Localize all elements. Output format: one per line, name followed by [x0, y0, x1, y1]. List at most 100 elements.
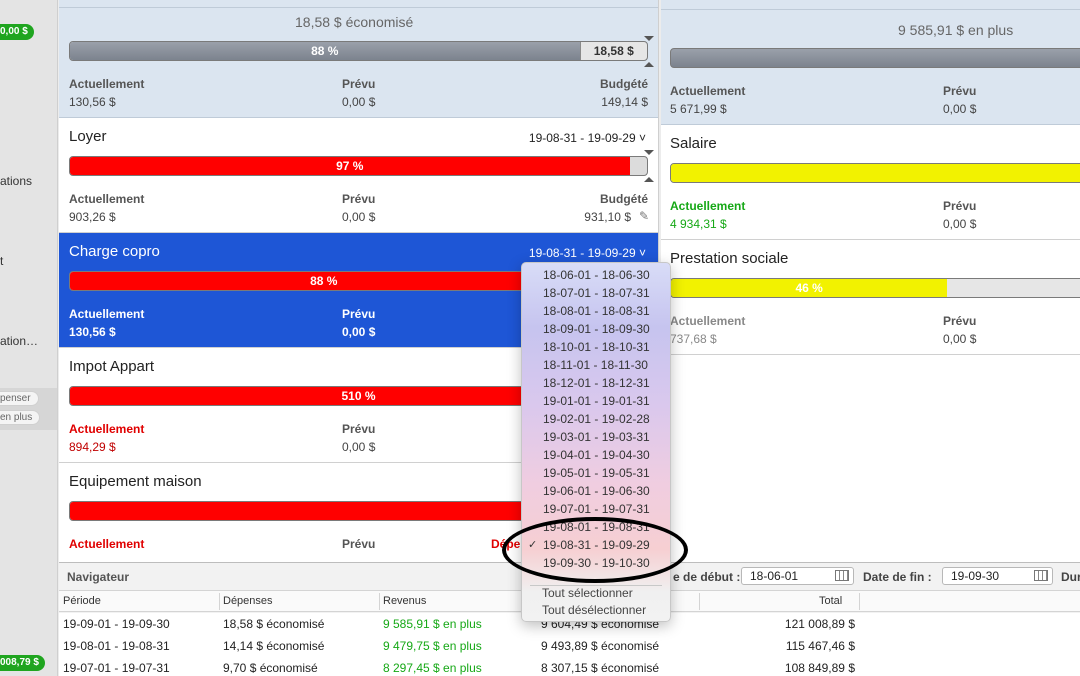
dropdown-option-label: 19-01-01 - 19-01-31	[543, 394, 650, 408]
dropdown-option-label: 19-02-01 - 19-02-28	[543, 412, 650, 426]
dropdown-option[interactable]: 18-11-01 - 18-11-30	[522, 356, 670, 374]
scroll-up-icon[interactable]	[644, 36, 654, 41]
deselect-all-item[interactable]: Tout désélectionner	[522, 601, 670, 619]
sidebar-bottom-amount: 008,79 $	[0, 655, 45, 671]
sidebar-item-operations[interactable]: ations	[0, 174, 32, 188]
sidebar-chip-extra[interactable]: en plus	[0, 410, 41, 425]
dropdown-option-label: 18-06-01 - 18-06-30	[543, 268, 650, 282]
budget-label: Budgété	[600, 192, 648, 206]
card-progress-bar: 46 % 85	[670, 278, 1080, 298]
planned-value: 0,00 $	[342, 325, 376, 339]
budget-value: 149,14 $	[601, 95, 648, 109]
budget-card-loyer[interactable]: Loyer 19-08-31 - 19-09-29 ˅ 97 % Actuell…	[59, 118, 658, 233]
end-date-field[interactable]: 19-09-30	[942, 567, 1053, 585]
column-header-period[interactable]: Période	[63, 595, 101, 607]
dropdown-option[interactable]: 19-01-01 - 19-01-31	[522, 392, 670, 410]
income-summary-bar	[670, 48, 1080, 68]
card-title: Impot Appart	[69, 358, 155, 375]
card-title: Loyer	[69, 128, 107, 145]
planned-label: Prévu	[342, 537, 376, 551]
card-title: Prestation sociale	[670, 250, 789, 267]
sidebar-chip-spend[interactable]: penser	[0, 391, 39, 406]
cell-period: 19-09-01 - 19-09-30	[63, 617, 170, 631]
annotation-circle	[502, 517, 688, 583]
planned-value: 0,00 $	[943, 102, 977, 116]
column-header-income[interactable]: Revenus	[383, 595, 426, 607]
pencil-icon[interactable]: ✎	[639, 209, 649, 223]
income-card-salaire[interactable]: Salaire Actuellement 4 934,31 $ Prévu 0,…	[661, 125, 1080, 240]
dropdown-option[interactable]: 18-12-01 - 18-12-31	[522, 374, 670, 392]
table-row[interactable]: 19-07-01 - 19-07-31 9,70 $ économisé 8 2…	[59, 657, 1080, 676]
dropdown-option[interactable]: 19-02-01 - 19-02-28	[522, 410, 670, 428]
dropdown-option[interactable]: 19-04-01 - 19-04-30	[522, 446, 670, 464]
planned-value: 0,00 $	[342, 210, 376, 224]
dropdown-option-label: 18-11-01 - 18-11-30	[543, 358, 648, 372]
dropdown-option[interactable]: 19-03-01 - 19-03-31	[522, 428, 670, 446]
dropdown-option[interactable]: 18-07-01 - 18-07-31	[522, 284, 670, 302]
calendar-icon[interactable]	[835, 570, 849, 581]
sidebar-item-budget[interactable]: t	[0, 254, 3, 268]
cell-total: 115 467,46 $	[785, 639, 855, 653]
income-card-prestation-sociale[interactable]: Prestation sociale 46 % 85 Actuellement …	[661, 240, 1080, 355]
period-value: 19-08-31 - 19-09-29	[528, 131, 636, 145]
dropdown-option[interactable]: 18-06-01 - 18-06-30	[522, 266, 670, 284]
current-label: Actuellement	[670, 314, 746, 328]
card-percent: 46 %	[795, 281, 823, 295]
dropdown-option[interactable]: 19-06-01 - 19-06-30	[522, 482, 670, 500]
dropdown-option[interactable]: 18-09-01 - 18-09-30	[522, 320, 670, 338]
income-column: 9 585,91 $ en plus Actuellement 5 671,99…	[661, 0, 1080, 562]
dropdown-option-label: 19-04-01 - 19-04-30	[543, 448, 650, 462]
planned-label: Prévu	[943, 314, 977, 328]
current-value: 894,29 $	[69, 440, 116, 454]
card-percent: 88 %	[310, 274, 338, 288]
cell-expenses: 18,58 $ économisé	[223, 617, 325, 631]
planned-label: Prévu	[342, 192, 376, 206]
card-percent: 97 %	[336, 159, 364, 173]
current-label: Actuellement	[69, 192, 145, 206]
scroll-up-icon[interactable]	[644, 150, 654, 155]
calendar-icon[interactable]	[1034, 570, 1048, 581]
expenses-summary-title: 18,58 $ économisé	[295, 14, 414, 30]
dropdown-option[interactable]: 19-05-01 - 19-05-31	[522, 464, 670, 482]
cell-income: 8 297,45 $ en plus	[383, 661, 482, 675]
select-all-item[interactable]: Tout sélectionner	[522, 584, 670, 602]
planned-label: Prévu	[943, 199, 977, 213]
start-date-field[interactable]: 18-06-01	[741, 567, 854, 585]
current-label: Actuellement	[670, 84, 746, 98]
planned-label: Prévu	[342, 422, 376, 436]
column-header-expenses[interactable]: Dépenses	[223, 595, 273, 607]
cell-total: 121 008,89 $	[784, 617, 855, 631]
expenses-summary: 18,58 $ économisé 88 % 18,58 $ Actuellem…	[59, 0, 658, 118]
dropdown-option-label: 18-08-01 - 18-08-31	[543, 304, 650, 318]
cell-expenses: 9,70 $ économisé	[223, 661, 318, 675]
current-label: Actuellement	[69, 307, 145, 321]
sidebar-item-simulation[interactable]: ation…	[0, 334, 38, 348]
dropdown-option-label: 18-10-01 - 18-10-31	[543, 340, 650, 354]
table-row[interactable]: 19-08-01 - 19-08-31 14,14 $ économisé 9 …	[59, 635, 1080, 657]
budget-label: Budgété	[600, 77, 648, 91]
column-header-total[interactable]: Total	[819, 595, 842, 607]
period-value: 19-08-31 - 19-09-29	[528, 246, 636, 260]
dropdown-option[interactable]: 19-07-01 - 19-07-31	[522, 500, 670, 518]
dropdown-option[interactable]: 18-10-01 - 18-10-31	[522, 338, 670, 356]
current-value: 4 934,31 $	[670, 217, 727, 231]
planned-label: Prévu	[342, 77, 376, 91]
planned-value: 0,00 $	[943, 332, 977, 346]
cell-expenses: 14,14 $ économisé	[223, 639, 325, 653]
planned-value: 0,00 $	[943, 217, 977, 231]
current-label: Actuellement	[69, 537, 145, 551]
scroll-down-icon[interactable]	[644, 177, 654, 182]
period-selector[interactable]: 19-08-31 - 19-09-29 ˅	[529, 131, 646, 145]
expenses-summary-remaining: 18,58 $	[579, 42, 647, 60]
income-summary-title: 9 585,91 $ en plus	[898, 22, 1014, 38]
dropdown-option-label: 19-05-01 - 19-05-31	[543, 466, 650, 480]
dropdown-option[interactable]: 18-08-01 - 18-08-31	[522, 302, 670, 320]
scroll-down-icon[interactable]	[644, 62, 654, 67]
dropdown-option-label: 18-12-01 - 18-12-31	[543, 376, 650, 390]
expenses-summary-percent: 88 %	[311, 44, 339, 58]
period-selector[interactable]: 19-08-31 - 19-09-29 ˅	[529, 246, 646, 260]
card-title: Salaire	[670, 135, 717, 152]
current-label: Actuellement	[69, 77, 145, 91]
card-progress-bar	[670, 163, 1080, 183]
budget-value: 931,10 $	[584, 210, 631, 224]
